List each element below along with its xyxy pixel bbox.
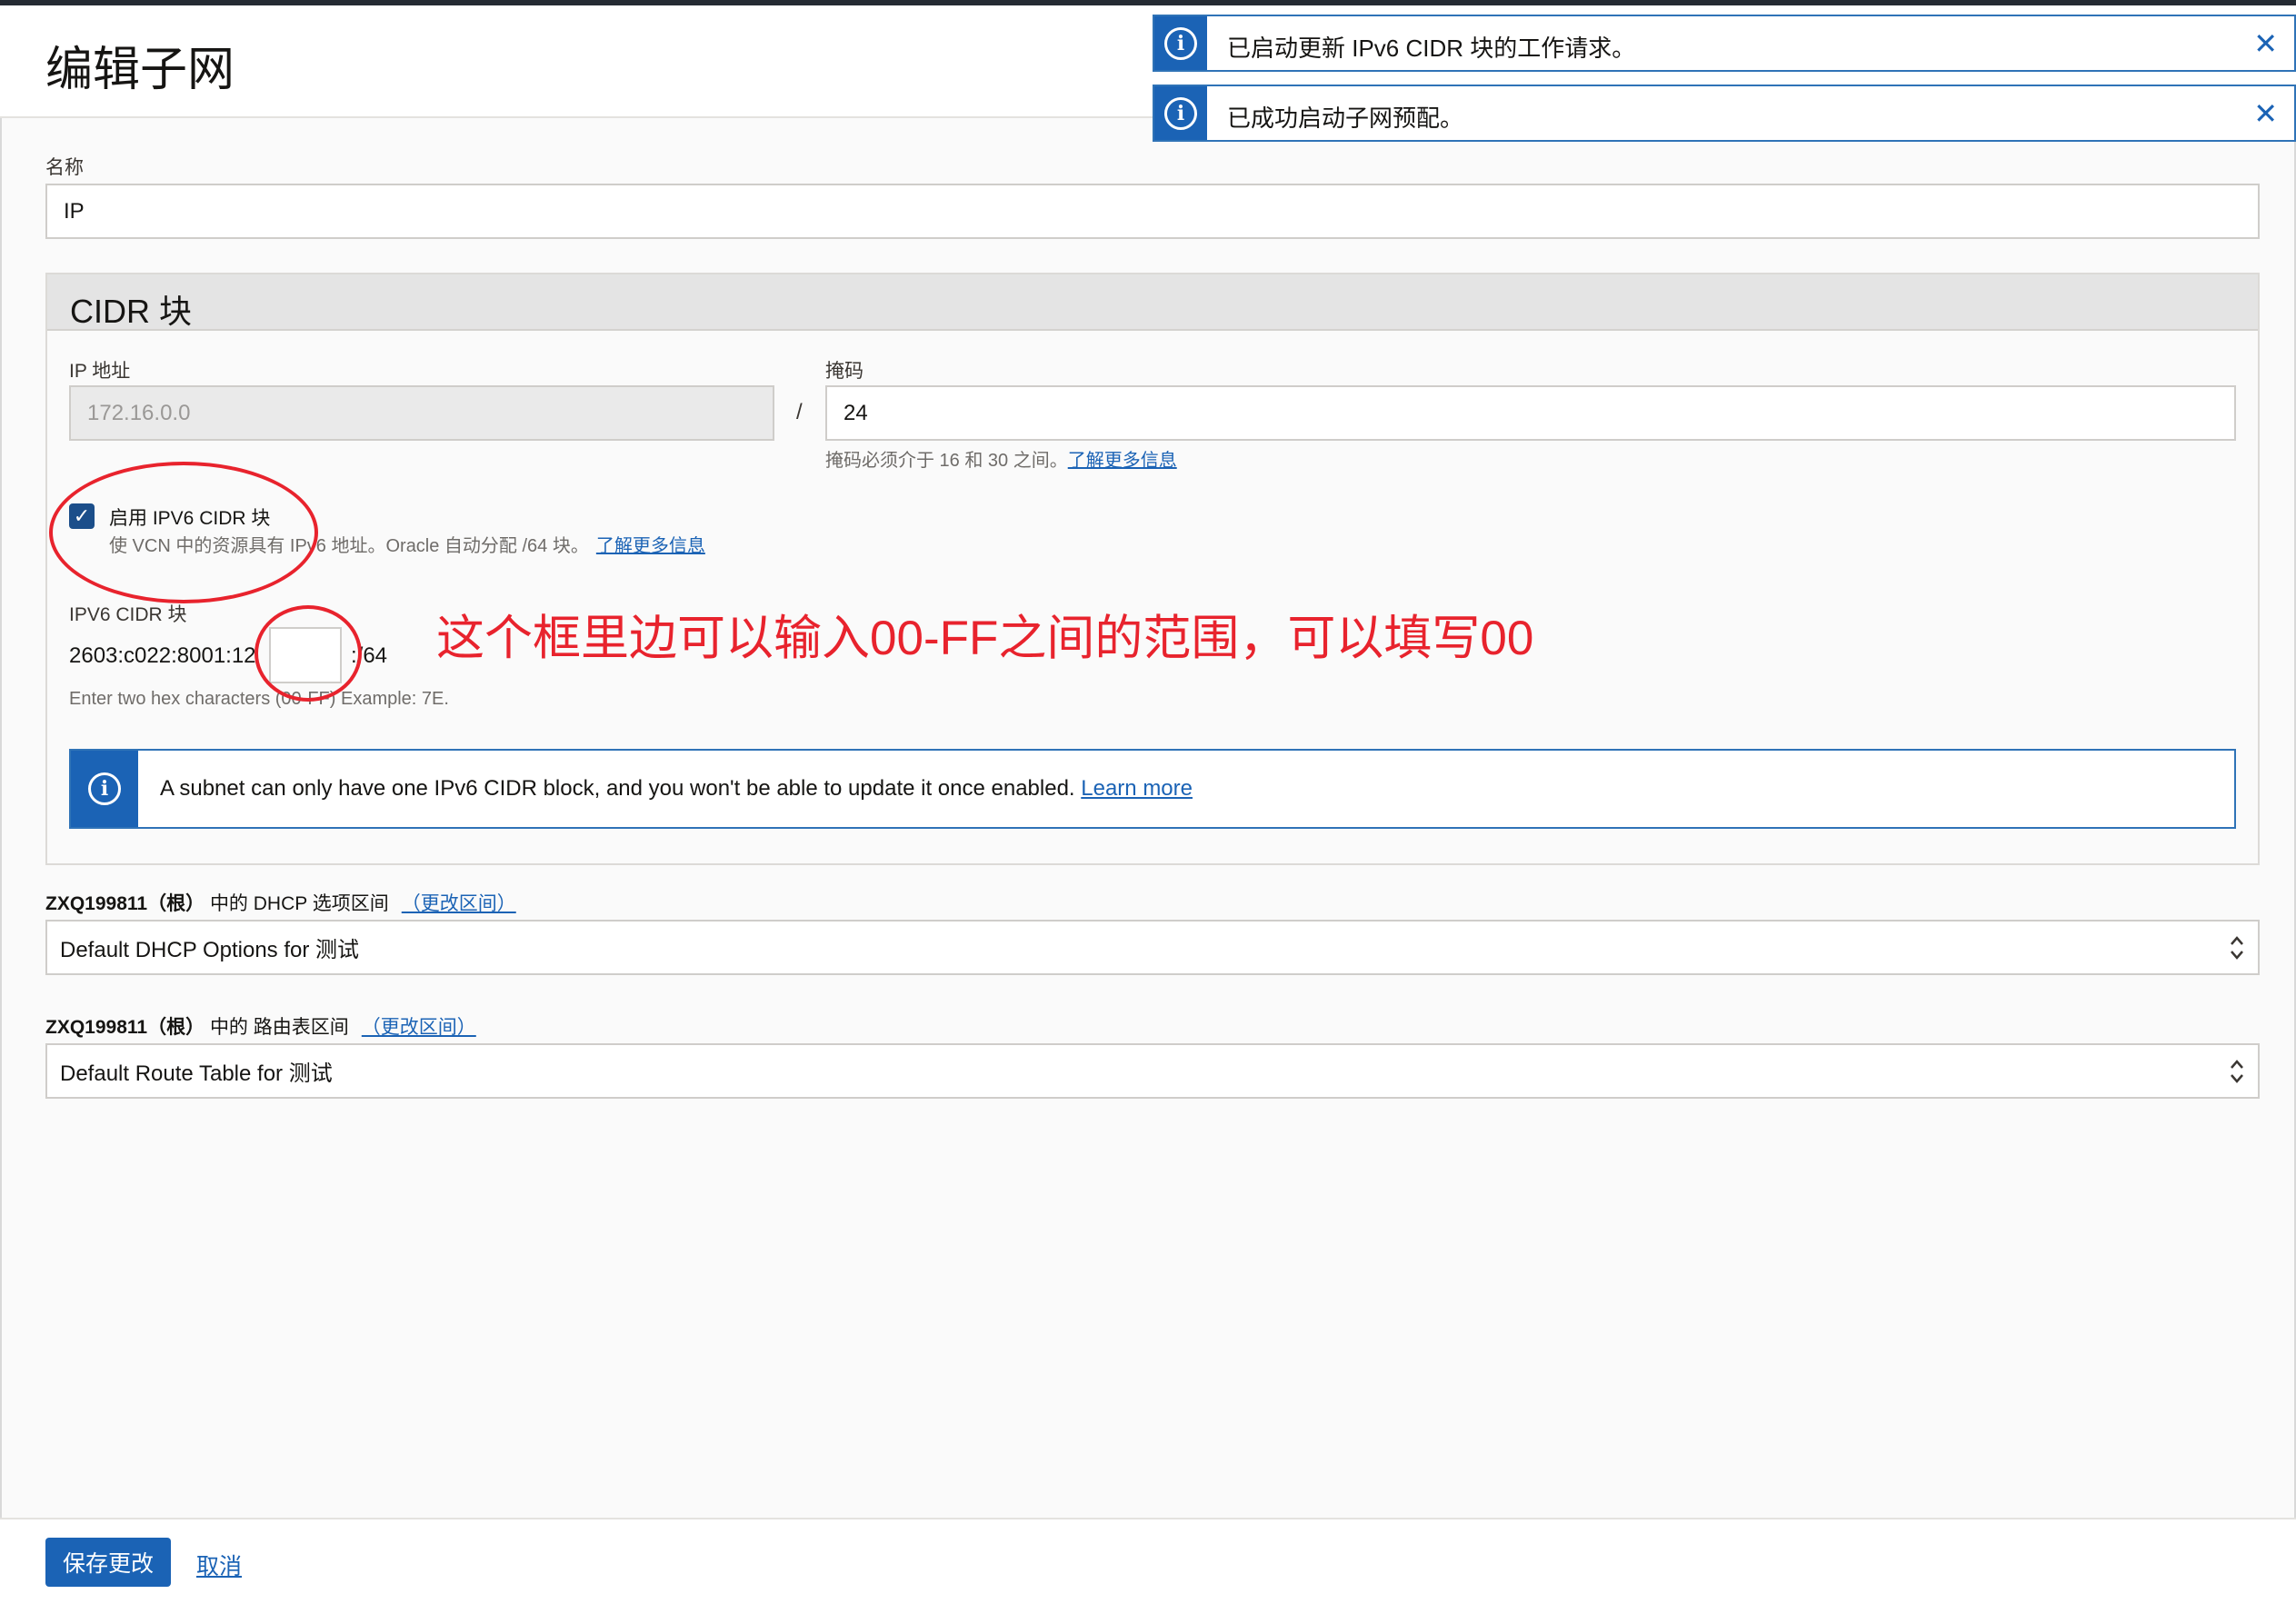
mask-label: 掩码 [825, 361, 863, 382]
notification-text: 已启动更新 IPv6 CIDR 块的工作请求。 [1227, 35, 1636, 62]
chevron-up-down-icon [2231, 936, 2243, 960]
name-label: 名称 [45, 157, 84, 178]
page-title: 编辑子网 [45, 44, 235, 96]
cidr-separator: / [796, 400, 803, 424]
annotation-ellipse-hex-input [255, 605, 362, 702]
ipv6-cidr-label: IPV6 CIDR 块 [69, 604, 187, 625]
annotation-ellipse-checkbox [49, 462, 318, 603]
alert-text: A subnet can only have one IPv6 CIDR blo… [160, 776, 1193, 801]
close-icon[interactable]: ✕ [2253, 99, 2278, 128]
mask-help: 掩码必须介于 16 和 30 之间。了解更多信息 [825, 451, 1177, 471]
ipv6-info-alert: i A subnet can only have one IPv6 CIDR b… [69, 749, 2236, 829]
route-compartment-label: ZXQ199811（根） 中的 路由表区间 （更改区间） [45, 1017, 476, 1038]
close-icon[interactable]: ✕ [2253, 29, 2278, 58]
mask-learn-more-link[interactable]: 了解更多信息 [1068, 451, 1177, 471]
cidr-panel-title: CIDR 块 [70, 293, 192, 330]
ipv6-learn-more-link[interactable]: 了解更多信息 [596, 536, 705, 556]
ip-address-label: IP 地址 [69, 361, 131, 382]
info-icon: i [1154, 86, 1207, 140]
save-changes-button[interactable]: 保存更改 [45, 1538, 171, 1587]
alert-learn-more-link[interactable]: Learn more [1081, 776, 1193, 801]
dhcp-change-compartment-link[interactable]: （更改区间） [402, 893, 516, 914]
route-table-select[interactable]: Default Route Table for 测试 [45, 1043, 2260, 1099]
footer-bar: 保存更改 取消 [0, 1518, 2296, 1604]
cidr-panel-header: CIDR 块 [47, 274, 2258, 331]
annotation-text: 这个框里边可以输入00-FF之间的范围，可以填写00 [436, 612, 1534, 665]
info-icon: i [1154, 16, 1207, 70]
left-border [0, 118, 2, 1604]
info-icon: i [71, 751, 138, 827]
dhcp-options-select[interactable]: Default DHCP Options for 测试 [45, 920, 2260, 975]
name-input[interactable]: IP [45, 184, 2260, 239]
ipv6-help-text: Enter two hex characters (00-FF) Example… [69, 689, 449, 709]
cancel-link[interactable]: 取消 [196, 1549, 242, 1581]
dhcp-compartment-label: ZXQ199811（根） 中的 DHCP 选项区间 （更改区间） [45, 893, 516, 914]
route-change-compartment-link[interactable]: （更改区间） [362, 1017, 476, 1038]
notification-ipv6-work-request: i 已启动更新 IPv6 CIDR 块的工作请求。 ✕ [1153, 15, 2296, 72]
notification-text: 已成功启动子网预配。 [1227, 105, 1464, 132]
notification-subnet-provision: i 已成功启动子网预配。 ✕ [1153, 85, 2296, 142]
chevron-up-down-icon [2231, 1060, 2243, 1083]
route-selected-value: Default Route Table for 测试 [60, 1061, 333, 1086]
dhcp-selected-value: Default DHCP Options for 测试 [60, 938, 360, 962]
ipv6-prefix: 2603:c022:8001:12 [69, 643, 256, 668]
mask-input[interactable]: 24 [825, 385, 2236, 441]
ip-address-input: 172.16.0.0 [69, 385, 774, 441]
